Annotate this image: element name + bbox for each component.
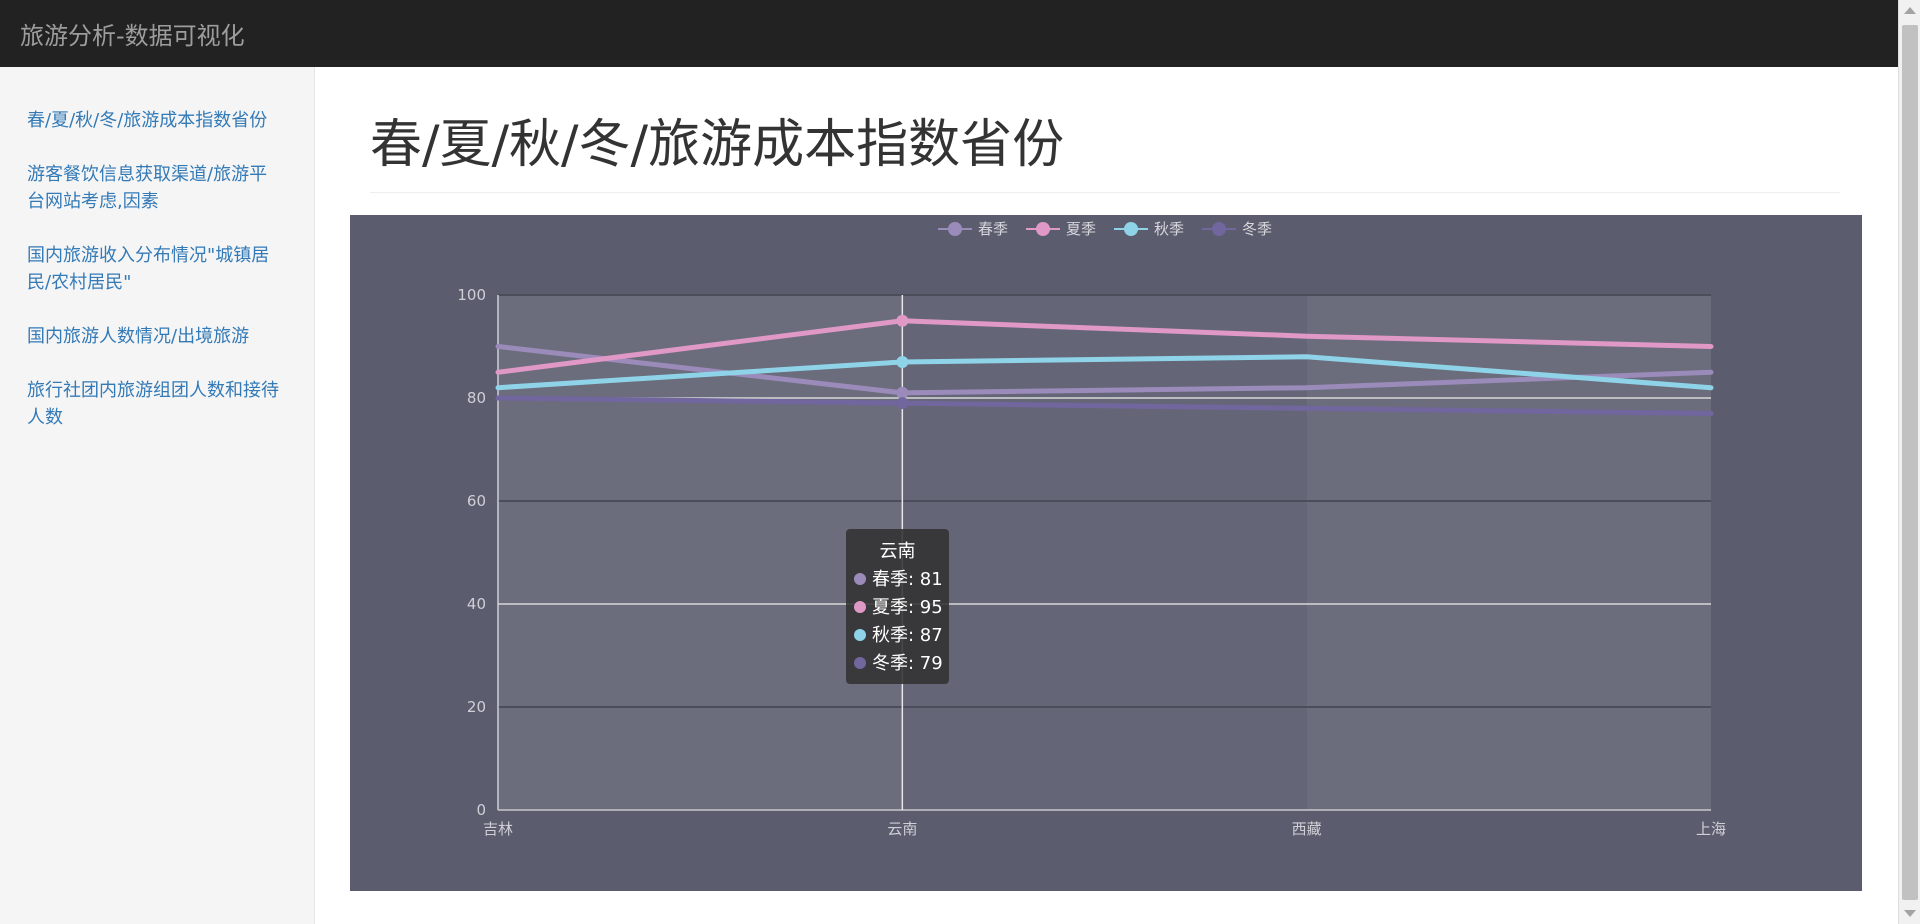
tooltip-row: 冬季: 79 [854,650,943,678]
sidebar-item-tourists: 国内旅游人数情况/出境旅游 [0,323,314,350]
data-point [896,314,909,327]
tooltip-row-text: 春季: 81 [872,569,943,590]
y-tick-label: 20 [467,698,486,716]
tooltip-row-text: 冬季: 79 [872,653,943,674]
legend-label: 春季 [978,220,1008,238]
y-tick-label: 100 [457,286,486,304]
legend-label: 冬季 [1242,220,1272,238]
tooltip-row: 春季: 81 [854,566,943,594]
legend-dot-icon [1036,222,1050,236]
tooltip-dot-icon [854,601,866,613]
scrollbar-thumb[interactable] [1902,25,1918,900]
plot-band [498,295,903,810]
x-tick-label: 西藏 [1292,820,1322,838]
y-tick-label: 40 [467,595,486,613]
sidebar-item-season-cost: 春/夏/秋/冬/旅游成本指数省份 [0,107,314,134]
data-point [896,355,909,368]
x-tick-label: 云南 [887,820,917,838]
main-content: 春/夏/秋/冬/旅游成本指数省份 0 20 40 60 80 100 吉林 云南 西藏 上海 春季夏… [316,67,1898,924]
tooltip-dot-icon [854,573,866,585]
legend-dot-icon [948,222,962,236]
tooltip-row-text: 秋季: 87 [872,625,943,646]
data-point [896,397,909,410]
legend-dot-icon [1124,222,1138,236]
scroll-up-arrow-icon[interactable] [1904,7,1916,14]
line-chart[interactable]: 0 20 40 60 80 100 吉林 云南 西藏 上海 春季 夏季 秋季 冬季 [350,215,1862,891]
y-tick-label: 60 [467,492,486,510]
tooltip-dot-icon [854,629,866,641]
sidebar-item-dining-info: 游客餐饮信息获取渠道/旅游平台网站考虑,因素 [0,161,314,215]
y-tick-label: 0 [476,801,486,819]
sidebar-link-season-cost[interactable]: 春/夏/秋/冬/旅游成本指数省份 [27,107,284,134]
legend-dot-icon [1212,222,1226,236]
sidebar-link-income[interactable]: 国内旅游收入分布情况"城镇居民/农村居民" [27,242,284,296]
legend-label: 夏季 [1066,220,1096,238]
sidebar-link-tourists[interactable]: 国内旅游人数情况/出境旅游 [27,323,284,350]
tooltip-row: 夏季: 95 [854,594,943,622]
tooltip-title: 云南 [879,541,916,562]
chart-svg: 020406080100吉林 云南 西藏 上海春季 夏季 秋季 冬季 [457,220,1726,838]
page-title: 春/夏/秋/冬/旅游成本指数省份 [370,112,1840,193]
brand-title[interactable]: 旅游分析-数据可视化 [20,16,245,51]
x-tick-label: 上海 [1696,820,1726,838]
sidebar: 春/夏/秋/冬/旅游成本指数省份 游客餐饮信息获取渠道/旅游平台网站考虑,因素 … [0,67,315,924]
scroll-down-arrow-icon[interactable] [1904,910,1916,917]
tooltip-row-text: 夏季: 95 [872,597,943,618]
legend-label: 秋季 [1154,220,1184,238]
sidebar-nav: 春/夏/秋/冬/旅游成本指数省份 游客餐饮信息获取渠道/旅游平台网站考虑,因素 … [0,67,314,431]
sidebar-link-dining-info[interactable]: 游客餐饮信息获取渠道/旅游平台网站考虑,因素 [27,161,284,215]
y-tick-label: 80 [467,389,486,407]
plot-band [902,295,1307,810]
vertical-scrollbar[interactable] [1898,0,1920,924]
chart-tooltip: 云南 春季: 81 夏季: 95 秋季: 87 冬季: 79 [846,529,949,684]
sidebar-item-income: 国内旅游收入分布情况"城镇居民/农村居民" [0,242,314,296]
x-tick-label: 吉林 [483,820,513,838]
sidebar-item-agency: 旅行社团内旅游组团人数和接待人数 [0,377,314,431]
tooltip-row: 秋季: 87 [854,622,943,650]
tooltip-dot-icon [854,657,866,669]
sidebar-link-agency[interactable]: 旅行社团内旅游组团人数和接待人数 [27,377,284,431]
data-point [896,386,909,399]
top-navbar: 旅游分析-数据可视化 [0,0,1898,67]
